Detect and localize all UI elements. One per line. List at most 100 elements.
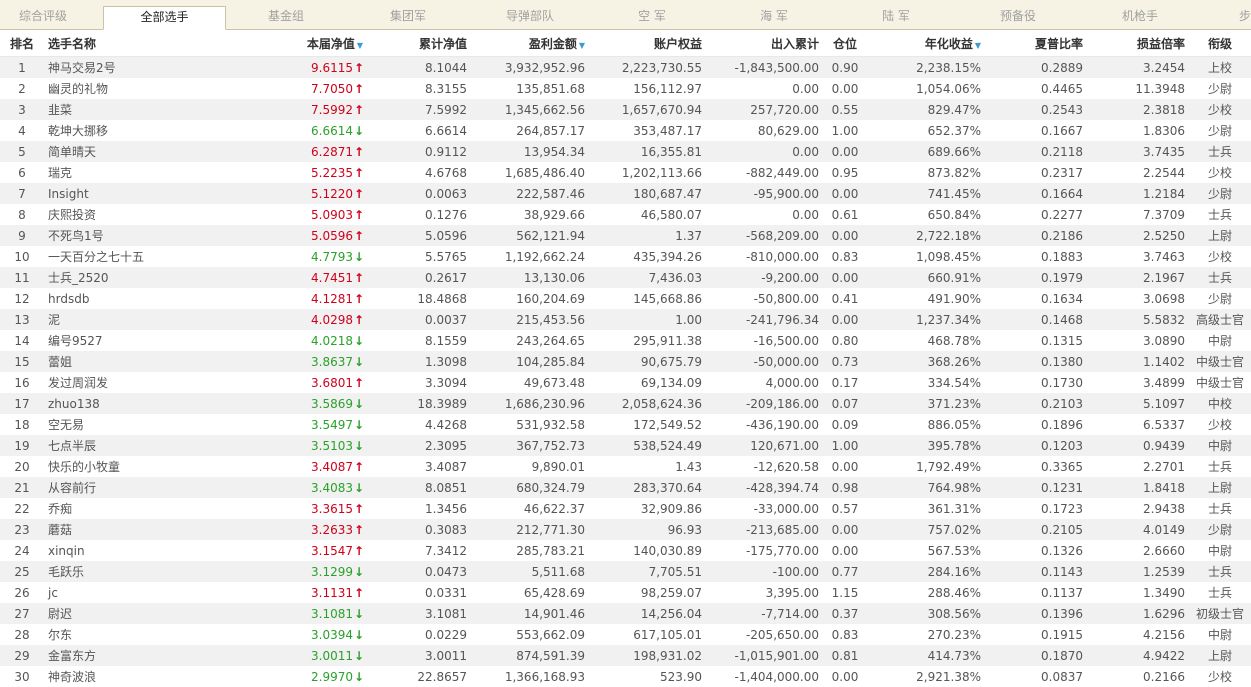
player-name[interactable]: 韭菜	[44, 99, 250, 120]
tab-rating[interactable]: 综合评级	[0, 6, 86, 29]
player-name[interactable]: 快乐的小牧童	[44, 456, 250, 477]
table-row[interactable]: 17 zhuo138 3.5869↓ 18.3989 1,686,230.96 2,058…	[0, 393, 1251, 414]
player-name[interactable]: zhuo138	[44, 393, 250, 414]
tab-all-players[interactable]: 全部选手	[103, 6, 226, 30]
player-name[interactable]: xinqin	[44, 540, 250, 561]
table-row[interactable]: 19 七点半辰 3.5103↓ 2.3095 367,752.73 538,524.49 1…	[0, 435, 1251, 456]
tab-navy[interactable]: 海 军	[726, 6, 822, 29]
tab-army[interactable]: 陆 军	[848, 6, 944, 29]
table-row[interactable]: 13 泥 4.0298↑ 0.0037 215,453.56 1.00 -241,796.3…	[0, 309, 1251, 330]
col-current-nav[interactable]: 本届净值 ▼	[250, 30, 367, 57]
table-row[interactable]: 1 神马交易2号 9.6115↑ 8.1044 3,932,952.96 2,223,73…	[0, 56, 1251, 78]
table-row[interactable]: 29 金富东方 3.0011↓ 3.0011 874,591.39 198,931.02-…	[0, 645, 1251, 666]
player-name[interactable]: 一天百分之七十五	[44, 246, 250, 267]
player-name[interactable]: 庆熙投资	[44, 204, 250, 225]
annual-return: 1,237.34%	[867, 309, 985, 330]
player-name[interactable]: jc	[44, 582, 250, 603]
table-row[interactable]: 26 jc 3.1131↑ 0.0331 65,428.69 98,259.07 3,395…	[0, 582, 1251, 603]
col-sharpe[interactable]: 夏普比率	[985, 30, 1087, 57]
table-row[interactable]: 9 不死鸟1号 5.0596↑ 5.0596 562,121.94 1.37 -568,20…	[0, 225, 1251, 246]
table-row[interactable]: 16 发过周润发 3.6801↑ 3.3094 49,673.48 69,134.09 4,…	[0, 372, 1251, 393]
table-row[interactable]: 2 幽灵的礼物 7.7050↑ 8.3155 135,851.68 156,112.97 0…	[0, 78, 1251, 99]
position-ratio: 0.00	[823, 141, 867, 162]
player-name[interactable]: 士兵_2520	[44, 267, 250, 288]
tab-army-group[interactable]: 集团军	[360, 6, 456, 29]
table-row[interactable]: 28 尔东 3.0394↓ 0.0229 553,662.09 617,105.01 -20…	[0, 624, 1251, 645]
player-name[interactable]: 神马交易2号	[44, 56, 250, 78]
tab-missile-force[interactable]: 导弹部队	[482, 6, 578, 29]
col-rank[interactable]: 排名	[0, 30, 44, 57]
table-row[interactable]: 5 简单晴天 6.2871↑ 0.9112 13,954.34 16,355.81 0.00…	[0, 141, 1251, 162]
sharpe-ratio: 0.1634	[985, 288, 1087, 309]
col-position[interactable]: 仓位	[823, 30, 867, 57]
tab-air-force[interactable]: 空 军	[604, 6, 700, 29]
player-name[interactable]: 幽灵的礼物	[44, 78, 250, 99]
tab-fund-group[interactable]: 基金组	[238, 6, 334, 29]
player-name[interactable]: 瑞克	[44, 162, 250, 183]
player-name[interactable]: 尔东	[44, 624, 250, 645]
player-name[interactable]: 七点半辰	[44, 435, 250, 456]
account-equity: 283,370.64	[589, 477, 706, 498]
table-row[interactable]: 14 编号9527 4.0218↓ 8.1559 243,264.65 295,911.3…	[0, 330, 1251, 351]
player-name[interactable]: 蕾姐	[44, 351, 250, 372]
table-row[interactable]: 20 快乐的小牧童 3.4087↑ 3.4087 9,890.01 1.43 -12,620…	[0, 456, 1251, 477]
table-row[interactable]: 27 尉迟 3.1081↓ 3.1081 14,901.46 14,256.04 -7,71…	[0, 603, 1251, 624]
table-row[interactable]: 30 神奇波浪 2.9970↓ 22.8657 1,366,168.93 523.90 -1…	[0, 666, 1251, 687]
col-player-name[interactable]: 选手名称	[44, 30, 250, 57]
player-name[interactable]: 毛跃乐	[44, 561, 250, 582]
table-row[interactable]: 24 xinqin 3.1547↑ 7.3412 285,783.21 140,030.8…	[0, 540, 1251, 561]
table-row[interactable]: 18 空无易 3.5497↓ 4.4268 531,932.58 172,549.52 -4…	[0, 414, 1251, 435]
account-equity: 7,436.03	[589, 267, 706, 288]
table-row[interactable]: 7 Insight 5.1220↑ 0.0063 222,587.46 180,687.4…	[0, 183, 1251, 204]
account-equity: 46,580.07	[589, 204, 706, 225]
table-row[interactable]: 15 蕾姐 3.8637↓ 1.3098 104,285.84 90,675.79 -50,…	[0, 351, 1251, 372]
table-row[interactable]: 12 hrdsdb 4.1281↑ 18.4868 160,204.69 145,668.…	[0, 288, 1251, 309]
player-name[interactable]: 乔痴	[44, 498, 250, 519]
player-name[interactable]: 乾坤大挪移	[44, 120, 250, 141]
arrow-up-icon: ↑	[354, 165, 365, 180]
player-name[interactable]: 尉迟	[44, 603, 250, 624]
table-row[interactable]: 4 乾坤大挪移 6.6614↓ 6.6614 264,857.17 353,487.17 8…	[0, 120, 1251, 141]
annual-return: 652.37%	[867, 120, 985, 141]
player-name[interactable]: 不死鸟1号	[44, 225, 250, 246]
col-net-flow[interactable]: 出入累计	[706, 30, 823, 57]
rank-title: 士兵	[1189, 561, 1251, 582]
player-name[interactable]: Insight	[44, 183, 250, 204]
table-row[interactable]: 25 毛跃乐 3.1299↓ 0.0473 5,511.68 7,705.51 -100.0…	[0, 561, 1251, 582]
player-name[interactable]: 泥	[44, 309, 250, 330]
pl-ratio: 3.0890	[1087, 330, 1189, 351]
player-name[interactable]: 神奇波浪	[44, 666, 250, 687]
table-row[interactable]: 11 士兵_2520 4.7451↑ 0.2617 13,130.06 7,436.03-…	[0, 267, 1251, 288]
table-row[interactable]: 6 瑞克 5.2235↑ 4.6768 1,685,486.40 1,202,113.66…	[0, 162, 1251, 183]
tab-reserve[interactable]: 预备役	[970, 6, 1066, 29]
player-name[interactable]: 空无易	[44, 414, 250, 435]
tab-infantry[interactable]: 步	[1238, 6, 1251, 29]
sharpe-ratio: 0.2317	[985, 162, 1087, 183]
position-ratio: 0.90	[823, 56, 867, 78]
player-name[interactable]: 发过周润发	[44, 372, 250, 393]
player-name[interactable]: 金富东方	[44, 645, 250, 666]
tab-machine-gunner[interactable]: 机枪手	[1092, 6, 1188, 29]
table-row[interactable]: 8 庆熙投资 5.0903↑ 0.1276 38,929.66 46,580.07 0.00…	[0, 204, 1251, 225]
table-row[interactable]: 22 乔痴 3.3615↑ 1.3456 46,622.37 32,909.86 -33,0…	[0, 498, 1251, 519]
pl-ratio: 0.9439	[1087, 435, 1189, 456]
col-annual-return[interactable]: 年化收益 ▼	[867, 30, 985, 57]
table-row[interactable]: 3 韭菜 7.5992↑ 7.5992 1,345,662.56 1,657,670.94…	[0, 99, 1251, 120]
player-name[interactable]: hrdsdb	[44, 288, 250, 309]
rank-cell: 3	[0, 99, 44, 120]
arrow-up-icon: ↑	[354, 312, 365, 327]
table-row[interactable]: 21 从容前行 3.4083↓ 8.0851 680,324.79 283,370.64-…	[0, 477, 1251, 498]
col-pl-ratio[interactable]: 损益倍率	[1087, 30, 1189, 57]
col-profit[interactable]: 盈利金额 ▼	[471, 30, 589, 57]
table-row[interactable]: 10 一天百分之七十五 4.7793↓ 5.5765 1,192,662.24 435,3…	[0, 246, 1251, 267]
sharpe-ratio: 0.1883	[985, 246, 1087, 267]
sharpe-ratio: 0.1664	[985, 183, 1087, 204]
table-row[interactable]: 23 蘑菇 3.2633↑ 0.3083 212,771.30 96.93 -213,685…	[0, 519, 1251, 540]
col-rank-title[interactable]: 衔级	[1189, 30, 1251, 57]
player-name[interactable]: 蘑菇	[44, 519, 250, 540]
player-name[interactable]: 编号9527	[44, 330, 250, 351]
player-name[interactable]: 简单晴天	[44, 141, 250, 162]
player-name[interactable]: 从容前行	[44, 477, 250, 498]
col-cumulative-nav[interactable]: 累计净值	[367, 30, 471, 57]
col-equity[interactable]: 账户权益	[589, 30, 706, 57]
